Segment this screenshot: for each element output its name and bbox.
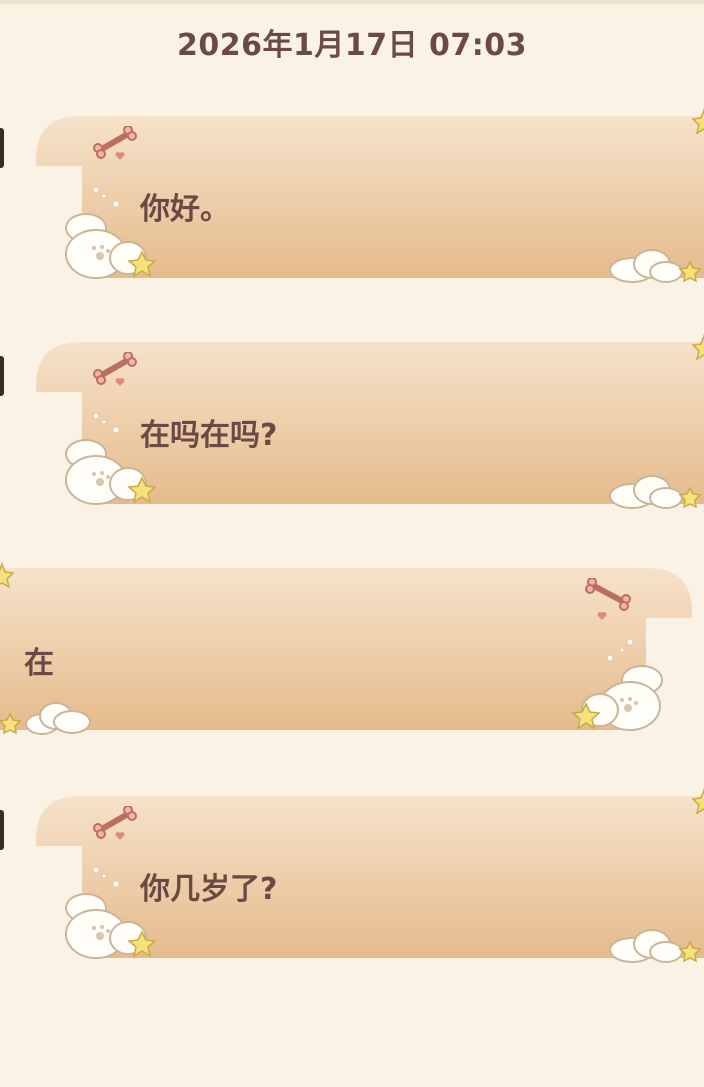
cloud-icon bbox=[609, 249, 702, 283]
message-bubble-incoming[interactable]: 你几岁了? bbox=[36, 788, 704, 963]
cloud-icon bbox=[0, 702, 91, 735]
status-bar-edge bbox=[0, 0, 704, 4]
bone-icon bbox=[93, 126, 137, 160]
avatar-edge[interactable] bbox=[0, 356, 4, 396]
bone-icon bbox=[585, 578, 631, 620]
avatar-edge[interactable] bbox=[0, 810, 4, 850]
message-bubble-incoming[interactable]: 在吗在吗? bbox=[36, 334, 704, 509]
avatar-edge[interactable] bbox=[0, 128, 4, 168]
star-icon bbox=[691, 788, 704, 815]
star-icon bbox=[691, 334, 704, 361]
cloud-icon bbox=[609, 929, 702, 963]
cloud-icon bbox=[609, 475, 702, 509]
message-text: 在 bbox=[24, 646, 54, 681]
message-text: 在吗在吗? bbox=[140, 418, 278, 453]
star-icon bbox=[691, 108, 704, 135]
puppy-cloud-icon bbox=[65, 893, 157, 959]
puppy-cloud-icon bbox=[571, 665, 663, 731]
bone-icon bbox=[93, 806, 137, 840]
message-bubble-incoming[interactable]: 你好。 bbox=[36, 108, 704, 283]
chat-timestamp: 2026年1月17日 07:03 bbox=[176, 28, 528, 63]
puppy-cloud-icon bbox=[65, 439, 157, 505]
star-icon bbox=[0, 562, 14, 589]
message-bubble-outgoing[interactable]: 在 bbox=[0, 562, 692, 735]
bone-icon bbox=[93, 352, 137, 386]
message-text: 你几岁了? bbox=[140, 872, 278, 907]
puppy-cloud-icon bbox=[65, 213, 157, 279]
